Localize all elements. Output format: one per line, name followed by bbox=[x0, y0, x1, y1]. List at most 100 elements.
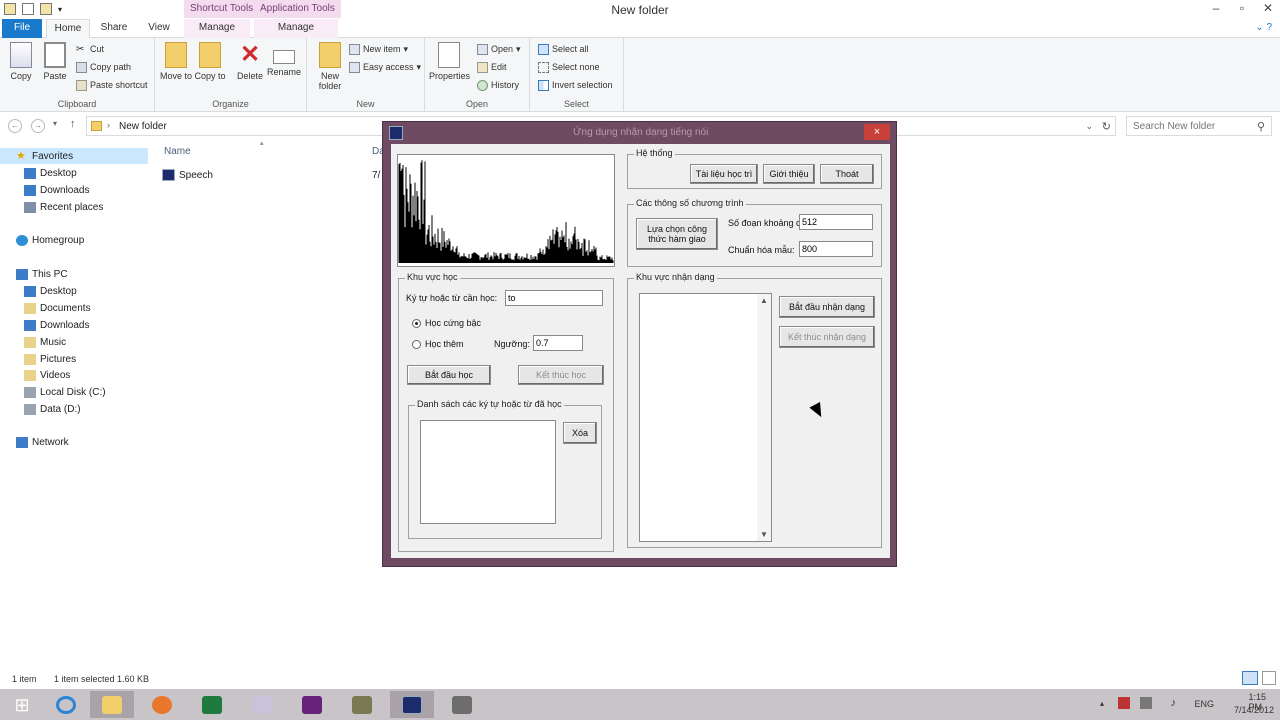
properties-button[interactable]: Properties bbox=[429, 42, 470, 81]
back-icon[interactable]: ← bbox=[8, 119, 22, 133]
network-icon[interactable] bbox=[1140, 697, 1152, 709]
open-button[interactable]: Open ▾ bbox=[477, 41, 521, 57]
breadcrumb[interactable]: New folder bbox=[119, 121, 167, 132]
nav-videos[interactable]: Videos bbox=[24, 367, 70, 383]
tab-manage-shortcut[interactable]: Manage bbox=[184, 19, 250, 38]
scroll-up-icon[interactable]: ▲ bbox=[757, 296, 771, 305]
nav-label: Network bbox=[32, 436, 69, 448]
maximize-icon[interactable]: ▫ bbox=[1234, 1, 1250, 15]
documents-button[interactable]: Tài liệu học trì bbox=[690, 164, 758, 184]
tab-file[interactable]: File bbox=[2, 19, 42, 38]
copy-button[interactable]: Copy bbox=[4, 42, 38, 81]
close-icon[interactable]: ✕ bbox=[1260, 1, 1276, 15]
taskbar-ie[interactable] bbox=[44, 691, 88, 718]
taskbar-app-b[interactable] bbox=[340, 691, 384, 718]
start-button[interactable]: ⊞ bbox=[0, 691, 44, 718]
end-recognition-button[interactable]: Kết thúc nhận dạng bbox=[779, 326, 875, 348]
volume-icon[interactable]: ♪ bbox=[1171, 697, 1177, 709]
language-indicator[interactable]: ENG bbox=[1194, 699, 1214, 709]
hard-learn-radio[interactable] bbox=[412, 319, 421, 328]
tab-view[interactable]: View bbox=[140, 19, 178, 38]
ribbon: Copy Paste ✂ Cut Copy path Paste shortcut… bbox=[0, 38, 1280, 112]
large-icons-view-icon[interactable] bbox=[1262, 671, 1276, 685]
nav-network[interactable]: Network bbox=[16, 434, 69, 450]
tab-manage-application[interactable]: Manage bbox=[254, 19, 338, 38]
tray-icon[interactable] bbox=[1118, 697, 1130, 709]
search-input[interactable] bbox=[1127, 117, 1247, 135]
rename-button[interactable]: Rename bbox=[267, 42, 301, 77]
up-icon[interactable]: ↑ bbox=[70, 118, 76, 130]
close-button[interactable]: × bbox=[864, 124, 890, 140]
select-all-button[interactable]: Select all bbox=[538, 41, 589, 57]
move-to-button[interactable]: Move to bbox=[159, 42, 193, 81]
threshold-input[interactable] bbox=[533, 335, 583, 351]
chevron-down-icon[interactable]: ▾ bbox=[53, 119, 57, 128]
history-button[interactable]: History bbox=[477, 77, 519, 93]
taskbar-app-a[interactable] bbox=[240, 691, 284, 718]
exit-button[interactable]: Thoát bbox=[820, 164, 874, 184]
soft-learn-radio[interactable] bbox=[412, 340, 421, 349]
nav-pictures[interactable]: Pictures bbox=[24, 351, 76, 367]
nav-desktop[interactable]: Desktop bbox=[24, 165, 77, 181]
tab-home[interactable]: Home bbox=[46, 19, 90, 38]
segments-input[interactable] bbox=[799, 214, 873, 230]
taskbar-excel[interactable] bbox=[190, 691, 234, 718]
nav-recent-places[interactable]: Recent places bbox=[24, 199, 103, 215]
breadcrumb-chevron-icon[interactable]: › bbox=[107, 120, 110, 130]
dialog-title-bar[interactable]: Ứng dụng nhận dạng tiếng nói × bbox=[383, 122, 896, 144]
soft-learn-label[interactable]: Học thêm bbox=[425, 339, 464, 349]
copy-path-button[interactable]: Copy path bbox=[76, 59, 131, 75]
nav-downloads-pc[interactable]: Downloads bbox=[24, 317, 89, 333]
details-view-icon[interactable] bbox=[1242, 671, 1258, 685]
taskbar-app-c[interactable] bbox=[440, 691, 484, 718]
nav-documents[interactable]: Documents bbox=[24, 300, 91, 316]
taskbar-firefox[interactable] bbox=[140, 691, 184, 718]
help-icon[interactable]: ⌄ ? bbox=[1255, 22, 1272, 33]
start-recognition-button[interactable]: Bắt đầu nhận dạng bbox=[779, 296, 875, 318]
nav-data-d[interactable]: Data (D:) bbox=[24, 401, 81, 417]
easy-access-button[interactable]: Easy access ▾ bbox=[349, 59, 421, 75]
invert-selection-button[interactable]: Invert selection bbox=[538, 77, 613, 93]
normalize-input[interactable] bbox=[799, 241, 873, 257]
chevron-down-icon[interactable]: ⌄ bbox=[1085, 121, 1093, 132]
nav-downloads[interactable]: Downloads bbox=[24, 182, 89, 198]
new-folder-button[interactable]: New folder bbox=[313, 42, 347, 91]
nav-music[interactable]: Music bbox=[24, 334, 66, 350]
minimize-icon[interactable]: – bbox=[1208, 1, 1224, 15]
taskbar-visual-studio[interactable] bbox=[290, 691, 334, 718]
recognition-listbox[interactable]: ▲ ▼ bbox=[639, 293, 772, 542]
nav-local-disk-c[interactable]: Local Disk (C:) bbox=[24, 384, 106, 400]
copy-to-button[interactable]: Copy to bbox=[193, 42, 227, 81]
intro-button[interactable]: Giới thiệu bbox=[763, 164, 815, 184]
search-icon[interactable]: ⚲ bbox=[1257, 120, 1265, 133]
learned-listbox[interactable] bbox=[420, 420, 556, 524]
chevron-up-icon[interactable]: ▴ bbox=[1100, 699, 1104, 708]
nav-desktop-pc[interactable]: Desktop bbox=[24, 283, 77, 299]
column-header-name[interactable]: Name bbox=[164, 146, 191, 157]
clock-date[interactable]: 7/14/2012 bbox=[1234, 705, 1274, 715]
vertical-scrollbar[interactable]: ▲ ▼ bbox=[757, 294, 771, 541]
taskbar-speech-app[interactable] bbox=[390, 691, 434, 718]
refresh-icon[interactable]: ↻ bbox=[1102, 120, 1111, 133]
choose-function-button[interactable]: Lựa chọn công thức hàm giao bbox=[636, 218, 718, 250]
edit-button[interactable]: Edit bbox=[477, 59, 507, 75]
nav-favorites[interactable]: ★ Favorites bbox=[0, 148, 148, 164]
forward-icon[interactable]: → bbox=[31, 119, 45, 133]
paste-button[interactable]: Paste bbox=[38, 42, 72, 81]
delete-button[interactable]: Xóa bbox=[563, 422, 597, 444]
hard-learn-label[interactable]: Học cứng bậc bbox=[425, 318, 481, 328]
select-none-button[interactable]: Select none bbox=[538, 59, 600, 75]
start-learn-button[interactable]: Bắt đầu học bbox=[407, 365, 491, 385]
cut-button[interactable]: ✂ Cut bbox=[76, 41, 104, 57]
delete-button[interactable]: ✕ Delete bbox=[233, 42, 267, 82]
nav-homegroup[interactable]: Homegroup bbox=[16, 232, 84, 248]
paste-shortcut-button[interactable]: Paste shortcut bbox=[76, 77, 148, 93]
end-learn-button[interactable]: Kết thúc học bbox=[518, 365, 604, 385]
scroll-down-icon[interactable]: ▼ bbox=[757, 530, 771, 539]
new-item-button[interactable]: New item ▾ bbox=[349, 41, 408, 57]
word-input[interactable] bbox=[505, 290, 603, 306]
tab-share[interactable]: Share bbox=[94, 19, 134, 38]
file-row[interactable]: Speech 7/ bbox=[162, 167, 380, 183]
nav-this-pc[interactable]: This PC bbox=[16, 266, 68, 282]
taskbar-explorer[interactable] bbox=[90, 691, 134, 718]
